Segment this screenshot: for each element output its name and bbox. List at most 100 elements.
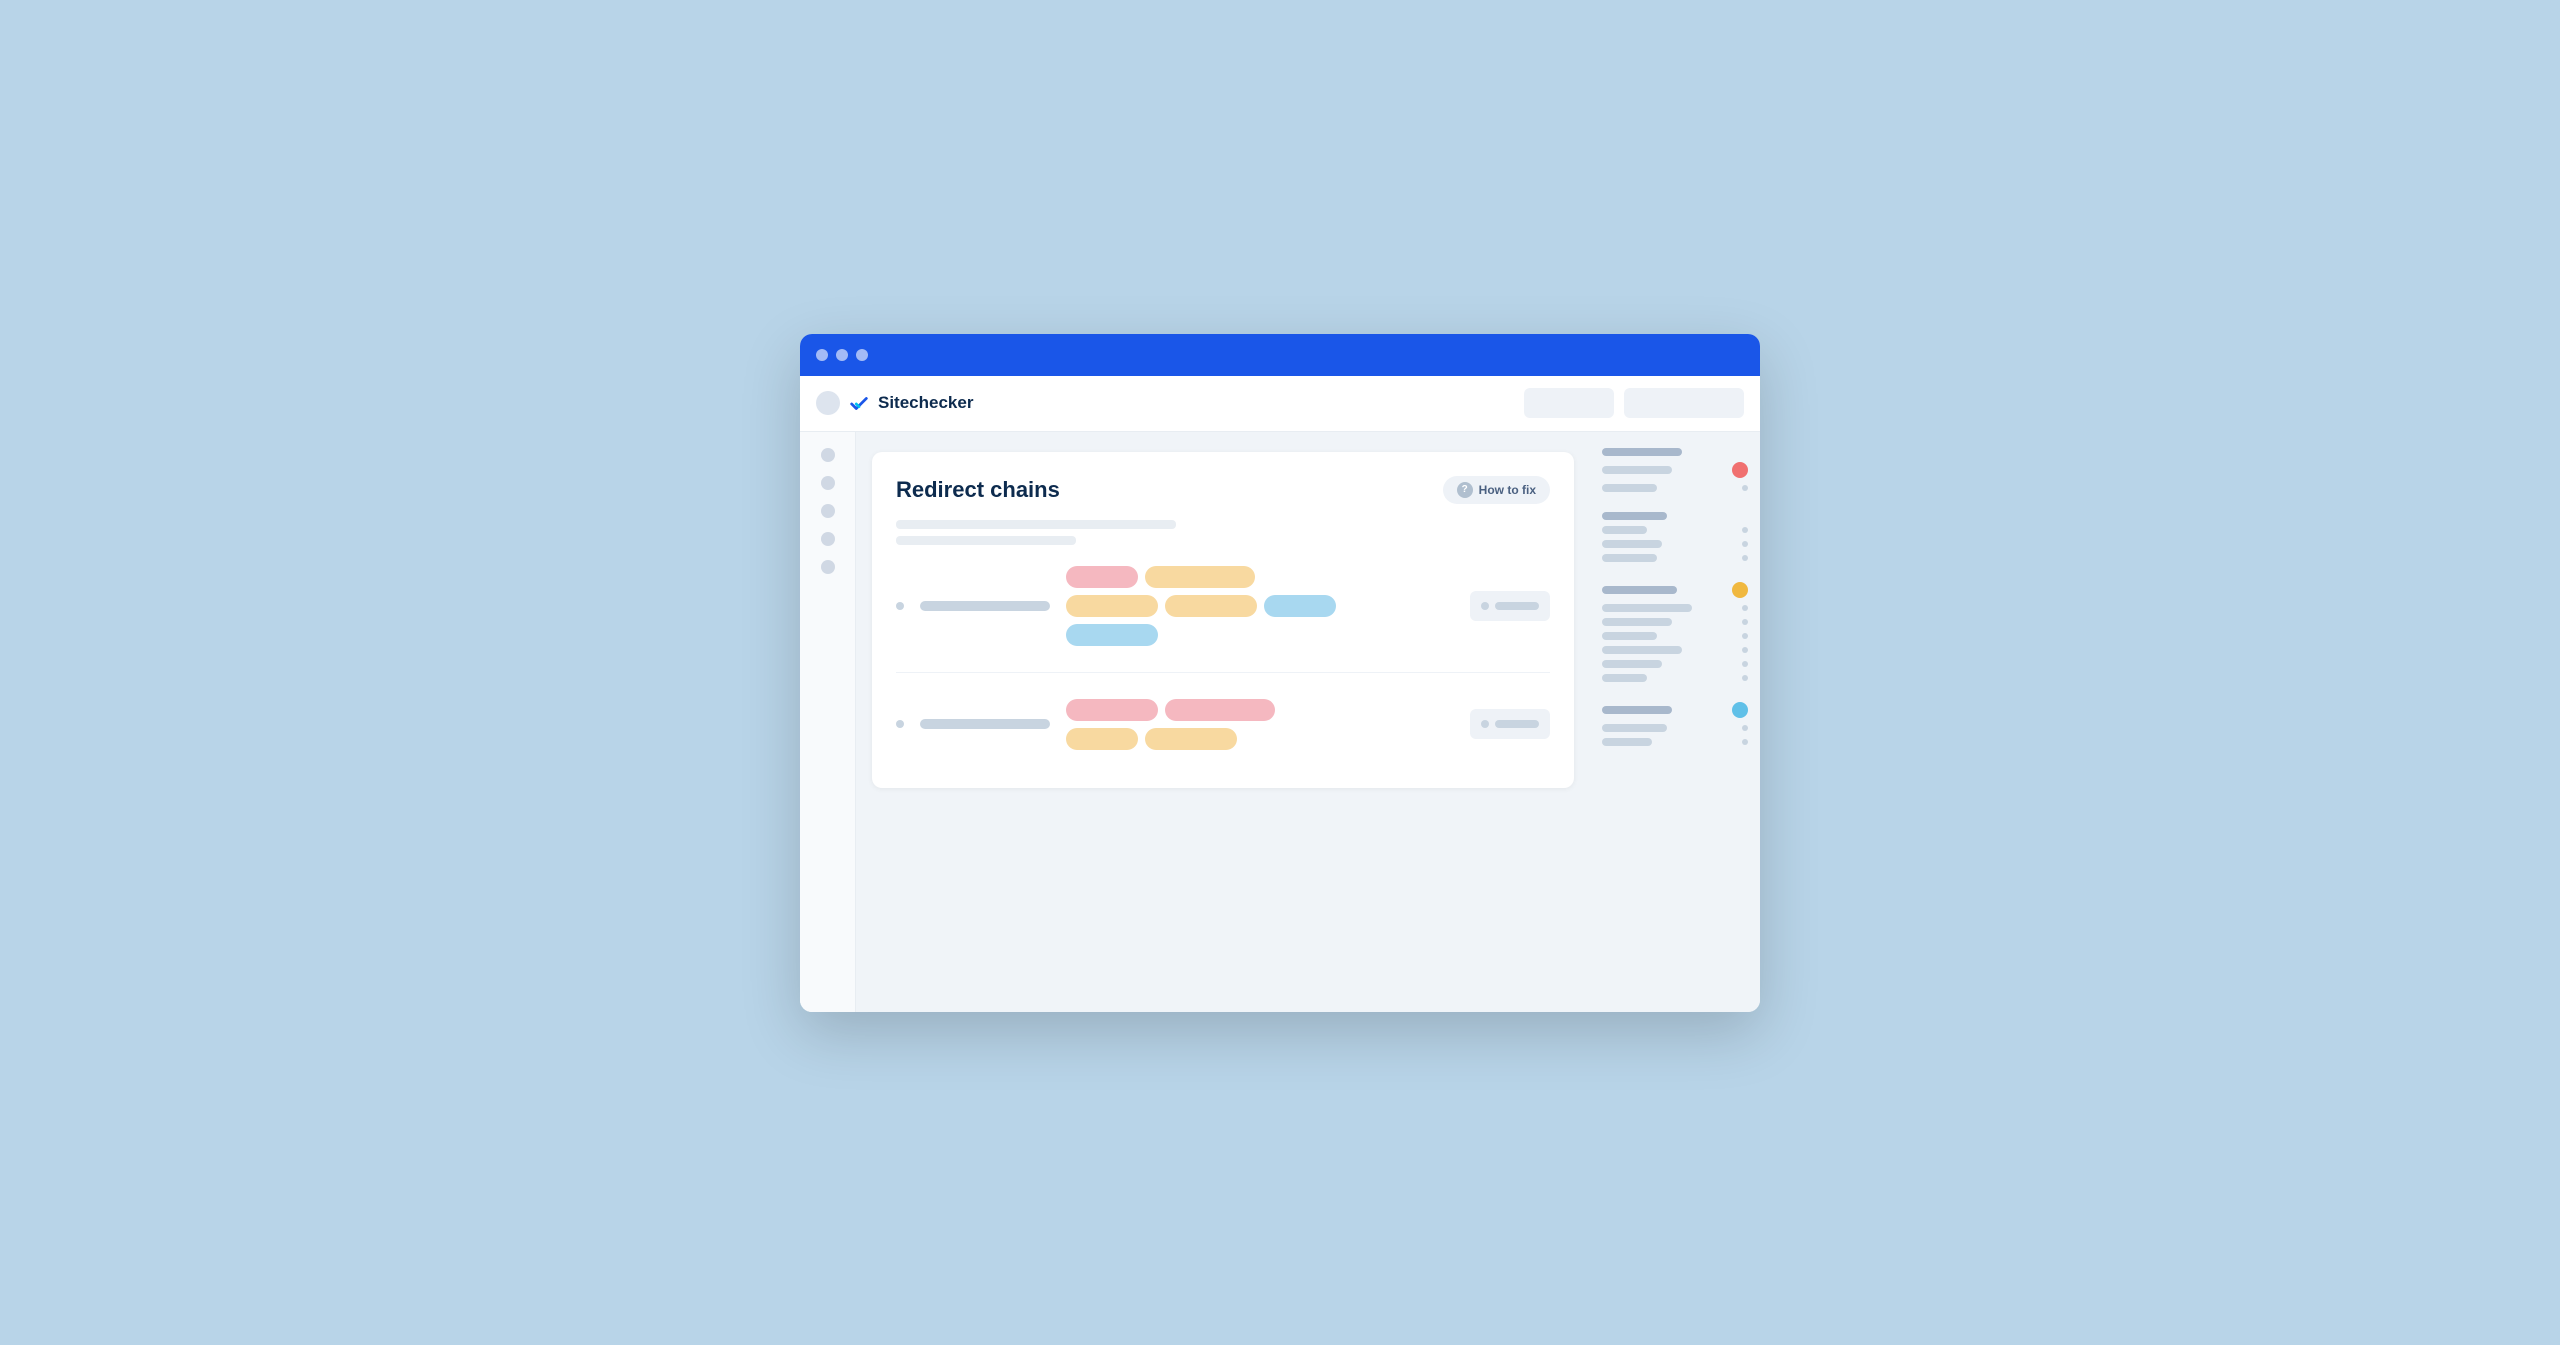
data-row-2 (896, 685, 1550, 764)
panel-dot-4-1 (1742, 725, 1748, 731)
panel-row-title-4 (1602, 702, 1748, 718)
panel-row-2-1 (1602, 526, 1748, 534)
traffic-light-yellow (836, 349, 848, 361)
tag-pink-sm-1 (1066, 566, 1138, 588)
row-label-1 (920, 601, 1050, 611)
content-area: Redirect chains ? How to fix (856, 432, 1590, 1012)
panel-data-bar-1-1 (1602, 466, 1672, 474)
panel-badge-yellow (1732, 582, 1748, 598)
panel-row-4-2 (1602, 738, 1748, 746)
tag-blue-sm-1 (1264, 595, 1336, 617)
panel-data-bar-2-3 (1602, 554, 1657, 562)
panel-dot-2-2 (1742, 541, 1748, 547)
panel-row-2-3 (1602, 554, 1748, 562)
panel-row-title-3 (1602, 582, 1748, 598)
panel-row-1-2 (1602, 484, 1748, 492)
panel-data-bar-2-2 (1602, 540, 1662, 548)
panel-title-bar-1 (1602, 448, 1682, 456)
panel-data-bar-4-2 (1602, 738, 1652, 746)
tag-pink-md-1 (1066, 699, 1158, 721)
panel-data-bar-3-3 (1602, 632, 1657, 640)
panel-data-bar-3-2 (1602, 618, 1672, 626)
row-action-button-1[interactable] (1470, 591, 1550, 621)
desc-bar-1 (896, 520, 1176, 529)
panel-row-3-4 (1602, 646, 1748, 654)
action-btn-dot-1 (1481, 602, 1489, 610)
row-divider-1 (896, 672, 1550, 673)
row-icon-2 (896, 720, 904, 728)
panel-dot-1-2 (1742, 485, 1748, 491)
panel-badge-blue (1732, 702, 1748, 718)
panel-dot-3-3 (1742, 633, 1748, 639)
panel-row-title-1 (1602, 448, 1748, 456)
logo-text: Sitechecker (878, 393, 973, 413)
panel-section-4 (1602, 702, 1748, 746)
panel-row-3-5 (1602, 660, 1748, 668)
sidebar (800, 432, 856, 1012)
tags-area-2 (1066, 699, 1454, 750)
tag-pink-lg-1 (1165, 699, 1275, 721)
panel-section-3 (1602, 582, 1748, 682)
panel-dot-3-2 (1742, 619, 1748, 625)
right-panel (1590, 432, 1760, 1012)
panel-title-bar-4 (1602, 706, 1672, 714)
panel-dot-3-1 (1742, 605, 1748, 611)
card-title: Redirect chains (896, 477, 1060, 503)
sidebar-item-2[interactable] (821, 476, 835, 490)
panel-row-4-1 (1602, 724, 1748, 732)
panel-data-bar-1-2 (1602, 484, 1657, 492)
panel-data-bar-3-5 (1602, 660, 1662, 668)
panel-data-bar-2-1 (1602, 526, 1647, 534)
panel-data-bar-3-4 (1602, 646, 1682, 654)
main-card: Redirect chains ? How to fix (872, 452, 1574, 788)
how-to-fix-label: How to fix (1479, 483, 1536, 497)
panel-row-2-2 (1602, 540, 1748, 548)
tags-area-1 (1066, 566, 1454, 646)
nav-button-1[interactable] (1524, 388, 1614, 418)
main-layout: Redirect chains ? How to fix (800, 432, 1760, 1012)
desc-bar-2 (896, 536, 1076, 545)
sidebar-item-3[interactable] (821, 504, 835, 518)
panel-title-bar-3 (1602, 586, 1677, 594)
panel-row-1-1 (1602, 462, 1748, 478)
panel-row-3-6 (1602, 674, 1748, 682)
panel-row-title-2 (1602, 512, 1748, 520)
panel-dot-2-3 (1742, 555, 1748, 561)
nav-button-2[interactable] (1624, 388, 1744, 418)
panel-data-bar-3-1 (1602, 604, 1692, 612)
panel-dot-2-1 (1742, 527, 1748, 533)
panel-dot-3-4 (1742, 647, 1748, 653)
tag-yellow-lg-1 (1145, 566, 1255, 588)
row-label-2 (920, 719, 1050, 729)
card-header: Redirect chains ? How to fix (896, 476, 1550, 504)
panel-data-bar-4-1 (1602, 724, 1667, 732)
logo-icon (848, 392, 870, 414)
how-to-fix-button[interactable]: ? How to fix (1443, 476, 1550, 504)
browser-window: Sitechecker Redirect chains ? (800, 334, 1760, 1012)
nav-bar: Sitechecker (800, 376, 1760, 432)
logo-area: Sitechecker (816, 391, 973, 415)
tag-yellow-md-1 (1066, 595, 1158, 617)
sidebar-item-1[interactable] (821, 448, 835, 462)
tag-yellow-md-2 (1165, 595, 1257, 617)
panel-section-1 (1602, 448, 1748, 492)
title-bar (800, 334, 1760, 376)
panel-section-2 (1602, 512, 1748, 562)
sidebar-item-5[interactable] (821, 560, 835, 574)
action-btn-bar-1 (1495, 602, 1539, 610)
panel-row-3-2 (1602, 618, 1748, 626)
row-action-button-2[interactable] (1470, 709, 1550, 739)
question-icon: ? (1457, 482, 1473, 498)
nav-circle (816, 391, 840, 415)
traffic-light-red (816, 349, 828, 361)
sidebar-item-4[interactable] (821, 532, 835, 546)
tags-row-1-2 (1066, 595, 1454, 617)
panel-row-3-1 (1602, 604, 1748, 612)
panel-badge-red-1 (1732, 462, 1748, 478)
tag-yellow-sm-1 (1066, 728, 1138, 750)
tags-row-2-2 (1066, 728, 1454, 750)
panel-dot-3-6 (1742, 675, 1748, 681)
panel-dot-3-5 (1742, 661, 1748, 667)
tag-blue-md-1 (1066, 624, 1158, 646)
panel-data-bar-3-6 (1602, 674, 1647, 682)
